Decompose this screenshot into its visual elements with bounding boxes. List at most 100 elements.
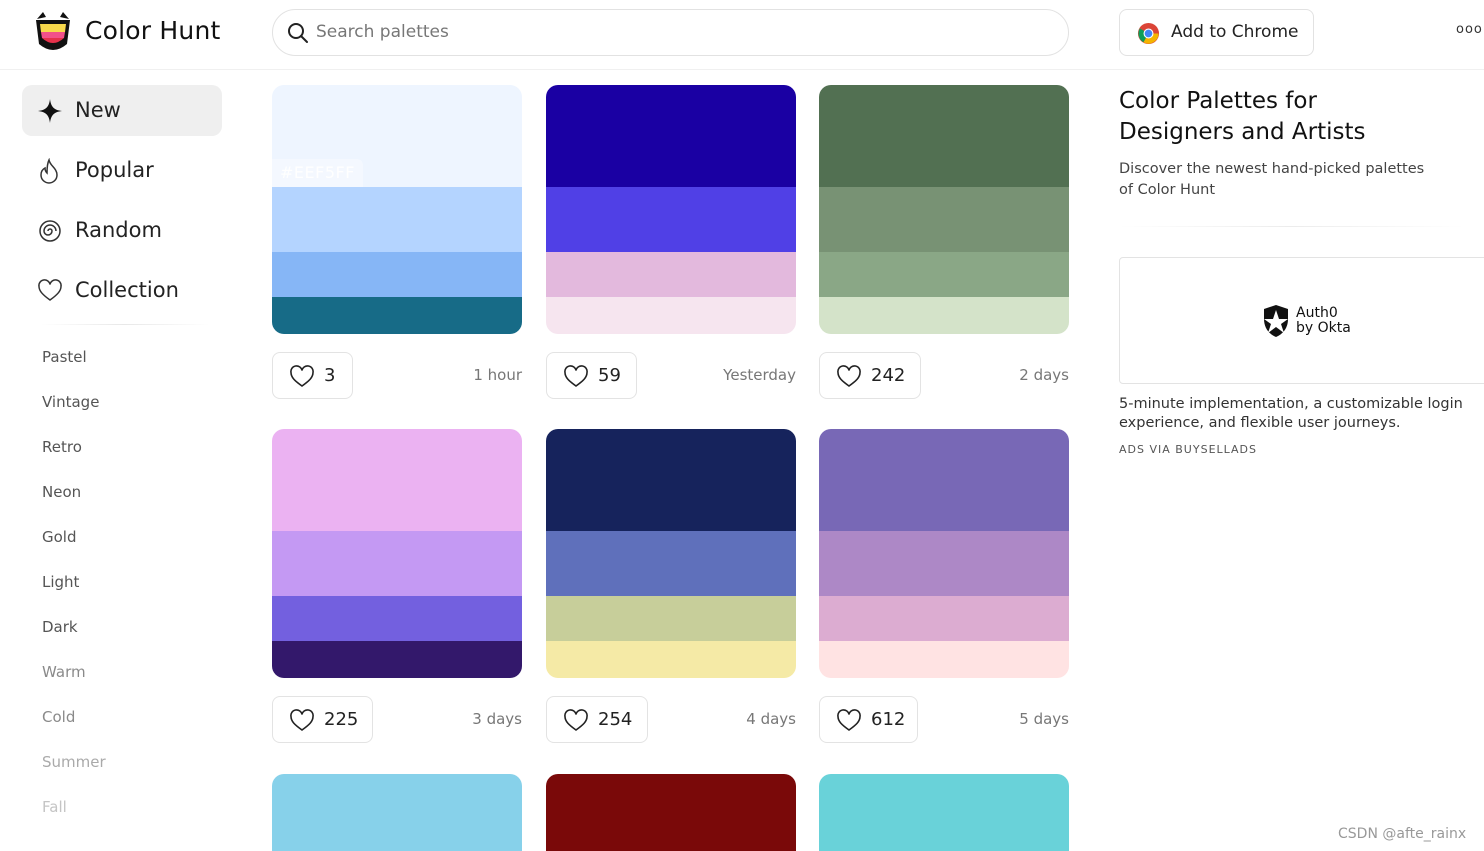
swatch[interactable]	[546, 252, 796, 297]
heart-icon	[837, 709, 861, 731]
swatch[interactable]	[272, 187, 522, 252]
panel-title: Color Palettes for Designers and Artists	[1119, 88, 1366, 145]
ad-text[interactable]: 5-minute implementation, a customizable …	[1119, 395, 1469, 433]
swatch[interactable]	[272, 596, 522, 641]
swatch[interactable]	[272, 531, 522, 596]
swatch[interactable]	[546, 596, 796, 641]
palette-swatches[interactable]	[546, 429, 796, 678]
palette-time: Yesterday	[723, 366, 796, 384]
swatch[interactable]	[819, 187, 1069, 252]
tag-warm[interactable]: Warm	[42, 663, 86, 681]
ads-via-link[interactable]: ADS VIA BUYSELLADS	[1119, 443, 1257, 456]
sparkle-icon	[38, 99, 62, 123]
swatch[interactable]	[819, 297, 1069, 334]
swatch[interactable]	[819, 641, 1069, 678]
swatch[interactable]	[546, 85, 796, 187]
search-icon	[288, 23, 308, 43]
like-count: 254	[598, 709, 633, 730]
nav-random-label: Random	[75, 218, 162, 242]
heart-icon	[837, 365, 861, 387]
like-button[interactable]: 59	[546, 352, 637, 399]
tag-summer[interactable]: Summer	[42, 753, 106, 771]
brand-name[interactable]: Color Hunt	[85, 16, 221, 45]
tag-light[interactable]: Light	[42, 573, 79, 591]
nav-popular[interactable]: Popular	[22, 145, 222, 196]
search-bar[interactable]: Search palettes	[272, 9, 1069, 56]
palette-time: 1 hour	[473, 366, 522, 384]
more-menu-icon[interactable]: ooo	[1456, 22, 1484, 44]
watermark: CSDN @afte_rainx	[1338, 826, 1467, 842]
palette-swatches[interactable]	[546, 85, 796, 334]
top-header: Color Hunt Search palettes Add to Chrome…	[0, 0, 1484, 70]
nav-new-label: New	[75, 98, 121, 122]
like-count: 59	[598, 365, 621, 386]
like-button[interactable]: 225	[272, 696, 373, 743]
like-button[interactable]: 242	[819, 352, 921, 399]
palette-time: 2 days	[1019, 366, 1069, 384]
panel-description: Discover the newest hand-picked palettes…	[1119, 161, 1425, 198]
nav-collection-label: Collection	[75, 278, 179, 302]
swatch[interactable]	[272, 429, 522, 531]
swatch[interactable]	[819, 252, 1069, 297]
swatch[interactable]	[546, 641, 796, 678]
tag-pastel[interactable]: Pastel	[42, 348, 87, 366]
add-to-chrome-button[interactable]: Add to Chrome	[1119, 9, 1314, 56]
swatch[interactable]	[272, 641, 522, 678]
tag-gold[interactable]: Gold	[42, 528, 77, 546]
tag-cold[interactable]: Cold	[42, 708, 75, 726]
search-input[interactable]: Search palettes	[316, 22, 449, 42]
ad-brand: Auth0 by Okta	[1296, 306, 1351, 336]
palette-swatches[interactable]: #EEF5FF	[272, 85, 522, 334]
nav-popular-label: Popular	[75, 158, 154, 182]
palette-swatches[interactable]	[819, 429, 1069, 678]
swatch[interactable]	[819, 85, 1069, 187]
nav-random[interactable]: Random	[22, 205, 222, 256]
like-count: 3	[324, 365, 336, 386]
color-hunt-logo-icon[interactable]	[32, 10, 74, 54]
panel-divider	[1119, 226, 1464, 227]
like-count: 225	[324, 709, 359, 730]
tag-vintage[interactable]: Vintage	[42, 393, 99, 411]
palette-time: 4 days	[746, 710, 796, 728]
tag-retro[interactable]: Retro	[42, 438, 82, 456]
nav-collection[interactable]: Collection	[22, 265, 222, 316]
tag-neon[interactable]: Neon	[42, 483, 81, 501]
swatch[interactable]	[819, 596, 1069, 641]
swatch[interactable]	[819, 429, 1069, 531]
spiral-icon	[39, 220, 61, 242]
swatch[interactable]	[546, 429, 796, 531]
palette-card-partial[interactable]	[272, 774, 522, 851]
heart-icon	[38, 279, 62, 301]
heart-icon	[564, 709, 588, 731]
swatch[interactable]	[272, 252, 522, 297]
swatch[interactable]	[546, 187, 796, 252]
chrome-icon	[1137, 22, 1160, 45]
sidebar-divider	[40, 324, 210, 325]
nav-new[interactable]: New	[22, 85, 222, 136]
ad-brand-line1: Auth0	[1296, 305, 1338, 321]
ad-brand-line2: by Okta	[1296, 320, 1351, 336]
auth0-shield-icon	[1264, 305, 1288, 337]
like-button[interactable]: 254	[546, 696, 648, 743]
swatch[interactable]	[819, 531, 1069, 596]
like-button[interactable]: 3	[272, 352, 353, 399]
palette-card-partial[interactable]	[546, 774, 796, 851]
heart-icon	[564, 365, 588, 387]
palette-swatches[interactable]	[819, 85, 1069, 334]
palette-card-partial[interactable]	[819, 774, 1069, 851]
flame-icon	[40, 158, 58, 184]
swatch[interactable]	[546, 297, 796, 334]
tag-dark[interactable]: Dark	[42, 618, 78, 636]
swatch[interactable]	[546, 531, 796, 596]
palette-time: 3 days	[472, 710, 522, 728]
swatch[interactable]	[272, 297, 522, 334]
hex-code-label[interactable]: #EEF5FF	[272, 159, 363, 187]
heart-icon	[290, 365, 314, 387]
palette-swatches[interactable]	[272, 429, 522, 678]
add-to-chrome-label: Add to Chrome	[1171, 22, 1299, 42]
heart-icon	[290, 709, 314, 731]
tag-fall[interactable]: Fall	[42, 798, 67, 816]
ad-banner[interactable]: Auth0 by Okta	[1119, 257, 1484, 384]
like-button[interactable]: 612	[819, 696, 918, 743]
palette-time: 5 days	[1019, 710, 1069, 728]
